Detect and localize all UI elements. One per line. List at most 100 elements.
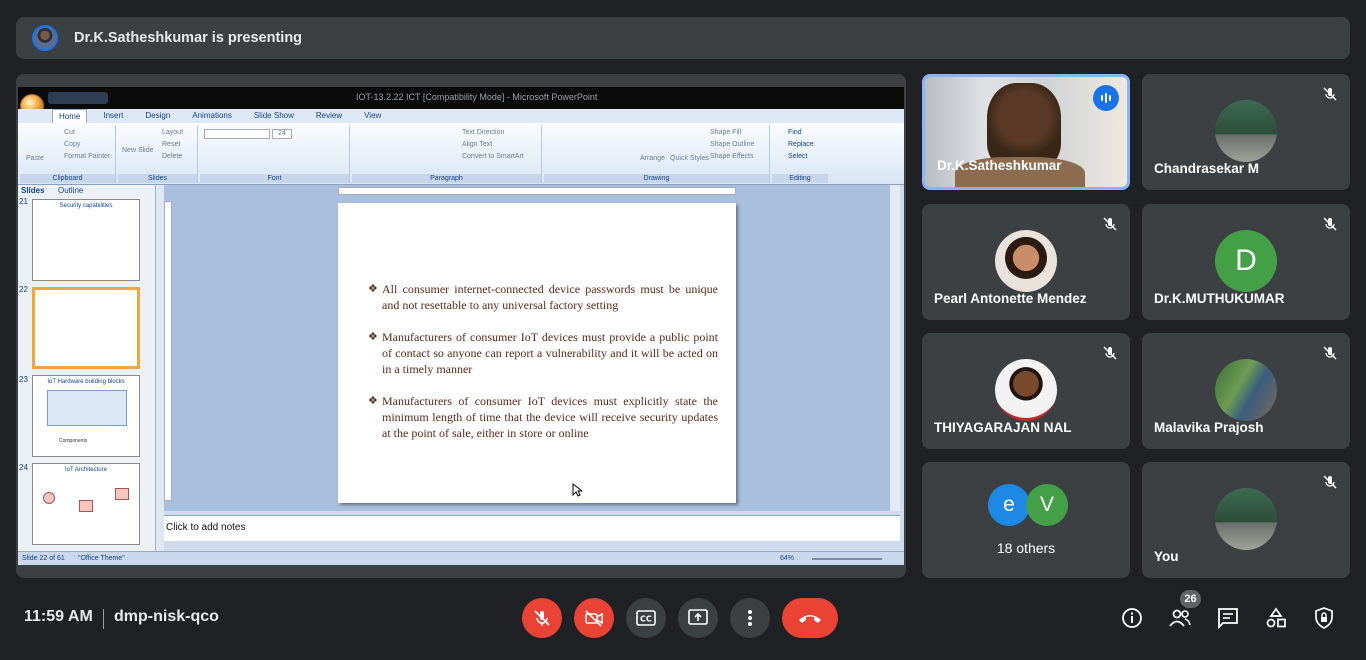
editing-group: Find Replace Select Editing: [772, 125, 828, 183]
slide-editor: ❖ All consumer internet-connected device …: [164, 185, 900, 511]
participant-avatar: [995, 359, 1057, 421]
mic-off-icon: [534, 610, 550, 626]
slide-bullet: ❖ Manufacturers of consumer IoT devices m…: [368, 394, 718, 440]
more-vert-icon: [748, 610, 752, 626]
participant-name: You: [1154, 549, 1179, 564]
participant-avatar: [995, 230, 1057, 292]
slides-pane: Slides Outline 21 Security capabilities …: [18, 185, 156, 551]
people-icon: [1169, 609, 1191, 627]
info-icon: [1122, 608, 1142, 628]
participant-initial-avatar: e: [988, 484, 1030, 526]
meeting-clock: 11:59 AM: [24, 608, 93, 625]
ribbon-tabs: Home Insert Design Animations Slide Show…: [18, 109, 904, 123]
ribbon-tab-home: Home: [52, 109, 88, 123]
participant-initial-avatar: D: [1215, 230, 1277, 292]
pane-tabs: Slides Outline: [18, 185, 156, 197]
captions-button[interactable]: CC: [626, 598, 666, 638]
participant-tile-presenter[interactable]: Dr.K.Satheshkumar: [922, 74, 1130, 190]
participant-name: Malavika Prajosh: [1154, 420, 1264, 435]
participant-name: Pearl Antonette Mendez: [934, 291, 1087, 306]
participant-name: THIYAGARAJAN NAL: [934, 420, 1072, 435]
more-options-button[interactable]: [730, 598, 770, 638]
host-controls-button[interactable]: [1312, 606, 1336, 630]
font-group: 24 Font: [200, 125, 350, 183]
participant-initial-avatar: V: [1026, 484, 1068, 526]
participant-avatar: [1215, 100, 1277, 162]
ribbon-tab-view: View: [364, 111, 382, 120]
presenting-text: Dr.K.Satheshkumar is presenting: [74, 30, 303, 46]
shield-lock-icon: [1315, 607, 1333, 629]
others-count: 18 others: [996, 540, 1056, 556]
slide-bullet: ❖ Manufacturers of consumer IoT devices m…: [368, 330, 718, 376]
present-now-button[interactable]: [678, 598, 718, 638]
ribbon-tab-insert: Insert: [103, 111, 124, 120]
leave-call-button[interactable]: [782, 598, 838, 638]
vertical-ruler: [164, 201, 172, 501]
editor-scrollbar: [890, 185, 900, 511]
chat-button[interactable]: [1216, 606, 1240, 630]
chat-icon: [1218, 608, 1238, 629]
slide-thumbnail-selected: [32, 287, 140, 369]
participant-tile[interactable]: Pearl Antonette Mendez: [922, 204, 1130, 320]
presenter-avatar: [32, 25, 58, 51]
meeting-code: dmp-nisk-qco: [114, 608, 219, 625]
slides-group: New Slide Layout Reset Delete Slides: [118, 125, 198, 183]
horizontal-ruler: [338, 187, 736, 195]
participant-name: Dr.K.Satheshkumar: [937, 158, 1062, 173]
ribbon-tab-animations: Animations: [192, 111, 232, 120]
present-screen-icon: [688, 609, 708, 625]
activities-shapes-icon: [1266, 607, 1286, 628]
others-tile[interactable]: e V 18 others: [922, 462, 1130, 578]
presenting-banner: Dr.K.Satheshkumar is presenting: [16, 17, 1350, 59]
current-slide: ❖ All consumer internet-connected device …: [338, 203, 736, 503]
paragraph-group: Text Direction Align Text Convert to Sma…: [352, 125, 542, 183]
toggle-camera-button[interactable]: [574, 598, 614, 638]
divider: [103, 609, 104, 629]
closed-captions-icon: CC: [636, 610, 656, 626]
toggle-mic-button[interactable]: [522, 598, 562, 638]
mic-off-icon: [1323, 346, 1337, 360]
participant-avatar: [1215, 359, 1277, 421]
drawing-group: Arrange Quick Styles Shape Fill Shape Ou…: [544, 125, 770, 183]
svg-text:CC: CC: [640, 615, 652, 624]
participant-name: Dr.K.MUTHUKUMAR: [1154, 291, 1285, 306]
mic-off-icon: [1323, 217, 1337, 231]
notes-pane: Click to add notes: [164, 515, 900, 541]
participant-tile[interactable]: THIYAGARAJAN NAL: [922, 333, 1130, 449]
participant-tile[interactable]: Malavika Prajosh: [1142, 333, 1350, 449]
participant-name: Chandrasekar M: [1154, 161, 1260, 176]
shared-screen: IOT-13.2.22 ICT [Compatibility Mode] - M…: [16, 74, 906, 578]
slide-bullet: ❖ All consumer internet-connected device …: [368, 282, 718, 312]
camera-off-icon: [585, 610, 603, 627]
people-button[interactable]: [1168, 606, 1192, 630]
mouse-cursor-icon: [572, 483, 582, 497]
pane-scrollbar: [156, 185, 164, 551]
mic-off-icon: [1323, 87, 1337, 101]
participant-tile[interactable]: D Dr.K.MUTHUKUMAR: [1142, 204, 1350, 320]
people-count-badge: 26: [1180, 590, 1201, 608]
ppt-statusbar: Slide 22 of 61 "Office Theme" 64%: [18, 551, 904, 565]
self-tile[interactable]: You: [1142, 462, 1350, 578]
hang-up-icon: [799, 615, 821, 623]
activities-button[interactable]: [1264, 606, 1288, 630]
ribbon-tab-slideshow: Slide Show: [253, 111, 294, 120]
clipboard-group: Paste Cut Copy Format Painter Clipboard: [20, 125, 116, 183]
participant-avatar: [1215, 488, 1277, 550]
speaking-indicator-icon: [1093, 85, 1119, 111]
quick-access-toolbar: [48, 92, 108, 104]
powerpoint-window: IOT-13.2.22 ICT [Compatibility Mode] - M…: [18, 87, 904, 565]
participant-tile[interactable]: Chandrasekar M: [1142, 74, 1350, 190]
mic-off-icon: [1103, 346, 1117, 360]
pane-tab-slides: Slides: [21, 186, 45, 195]
slide-thumbnail: Security capabilities: [32, 199, 140, 281]
ribbon: Paste Cut Copy Format Painter Clipboard …: [18, 123, 904, 185]
mic-off-icon: [1323, 475, 1337, 489]
ppt-window-title: IOT-13.2.22 ICT [Compatibility Mode] - M…: [356, 92, 598, 102]
ribbon-tab-design: Design: [145, 111, 171, 120]
meeting-details-button[interactable]: [1120, 606, 1144, 630]
mic-off-icon: [1103, 217, 1117, 231]
ribbon-tab-review: Review: [315, 111, 343, 120]
slide-thumbnail: IoT Architecture: [32, 463, 140, 545]
ppt-titlebar: IOT-13.2.22 ICT [Compatibility Mode] - M…: [18, 87, 904, 109]
pane-tab-outline: Outline: [58, 186, 84, 195]
